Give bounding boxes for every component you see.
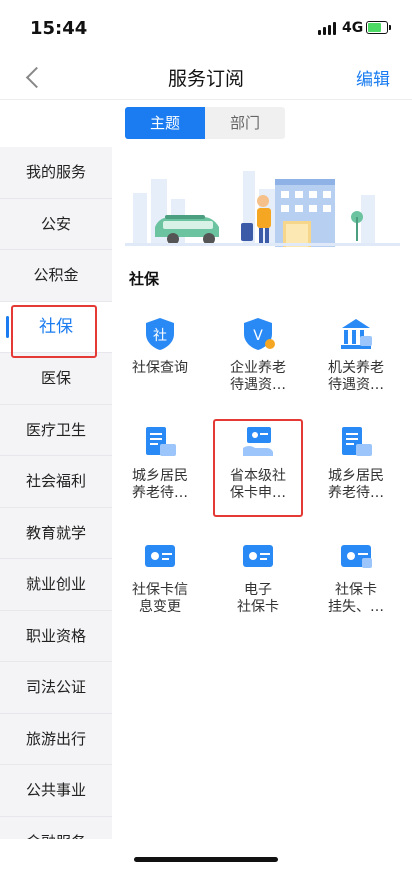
battery-icon: [366, 21, 388, 34]
service-electronic-card[interactable]: 电子 社保卡: [210, 538, 306, 616]
sidebar-item-public-security[interactable]: 公安: [0, 199, 112, 250]
navigation-bar: 服务订阅 编辑: [0, 56, 412, 100]
sidebar-item-medical-insurance[interactable]: 医保: [0, 353, 112, 405]
service-enterprise-pension[interactable]: V 企业养老 待遇资…: [210, 316, 306, 394]
tab-department[interactable]: 部门: [205, 107, 285, 139]
service-government-pension[interactable]: 机关养老 待遇资…: [308, 316, 404, 394]
sidebar-item-qualification[interactable]: 职业资格: [0, 611, 112, 662]
service-label: 社保卡信: [132, 582, 188, 598]
bank-icon: [341, 319, 372, 349]
card-hand-icon: [243, 427, 273, 456]
svg-text:社: 社: [153, 328, 167, 344]
document-card-icon: [146, 427, 176, 456]
card-icon: [243, 545, 273, 567]
sidebar-item-social-welfare[interactable]: 社会福利: [0, 456, 112, 508]
shield-she-icon: 社: [146, 318, 174, 350]
card-lock-icon: [341, 545, 372, 568]
signal-icon: [318, 22, 338, 35]
service-social-security-query[interactable]: 社 社保查询: [112, 316, 208, 377]
svg-text:V: V: [253, 328, 263, 344]
service-card-info-change[interactable]: 社保卡信 息变更: [112, 538, 208, 616]
home-indicator[interactable]: [134, 857, 278, 862]
category-sidebar: 我的服务 公安 公积金 社保 医保 医疗卫生 社会福利 教育就学 就业创业 职业…: [0, 147, 112, 839]
service-label: 社保查询: [132, 360, 188, 376]
service-label: 企业养老: [230, 360, 286, 376]
service-label-line2: 待遇资…: [230, 377, 286, 393]
service-label-line2: 社保卡: [237, 599, 279, 615]
service-label-line2: 保卡申…: [230, 485, 286, 501]
section-title: 社保: [129, 270, 160, 288]
service-label-line2: 养老待…: [132, 485, 188, 501]
service-label: 城乡居民: [132, 468, 188, 484]
page-title: 服务订阅: [167, 68, 244, 90]
network-type: 4G: [342, 20, 364, 36]
service-label-line2: 待遇资…: [328, 377, 384, 393]
sidebar-item-employment[interactable]: 就业创业: [0, 559, 112, 611]
service-label: 电子: [244, 582, 272, 598]
status-bar: 15:44 4G: [0, 0, 412, 56]
sidebar-item-social-security[interactable]: 社保: [0, 301, 112, 353]
sidebar-item-travel[interactable]: 旅游出行: [0, 714, 112, 765]
sidebar-item-finance[interactable]: 金融服务: [0, 817, 112, 840]
service-provincial-card-apply[interactable]: 省本级社 保卡申…: [210, 424, 306, 502]
status-time: 15:44: [30, 18, 88, 39]
service-rural-pension-2[interactable]: 城乡居民 养老待…: [308, 424, 404, 502]
service-label: 机关养老: [328, 360, 384, 376]
sidebar-item-judicial[interactable]: 司法公证: [0, 662, 112, 714]
service-card-report-loss[interactable]: 社保卡 挂失、…: [308, 538, 404, 616]
document-card-icon: [342, 427, 372, 456]
service-label-line2: 养老待…: [328, 485, 384, 501]
sidebar-item-education[interactable]: 教育就学: [0, 508, 112, 559]
service-label-line2: 息变更: [139, 599, 181, 615]
battery-tip: [389, 25, 391, 30]
service-label: 社保卡: [335, 582, 377, 598]
segmented-tabs: 主题 部门: [125, 107, 285, 139]
sidebar-item-my-services[interactable]: 我的服务: [0, 147, 112, 199]
sidebar-item-public-utilities[interactable]: 公共事业: [0, 765, 112, 817]
banner-illustration: [125, 165, 400, 255]
sidebar-item-healthcare[interactable]: 医疗卫生: [0, 405, 112, 456]
service-label: 省本级社: [230, 468, 286, 484]
shield-v-icon: V: [244, 318, 275, 350]
tab-theme[interactable]: 主题: [125, 107, 205, 139]
service-label: 城乡居民: [328, 468, 384, 484]
card-icon: [145, 545, 175, 567]
service-label-line2: 挂失、…: [328, 599, 384, 615]
service-rural-pension-1[interactable]: 城乡居民 养老待…: [112, 424, 208, 502]
sidebar-item-housing-fund[interactable]: 公积金: [0, 250, 112, 302]
edit-button[interactable]: 编辑: [356, 65, 390, 90]
